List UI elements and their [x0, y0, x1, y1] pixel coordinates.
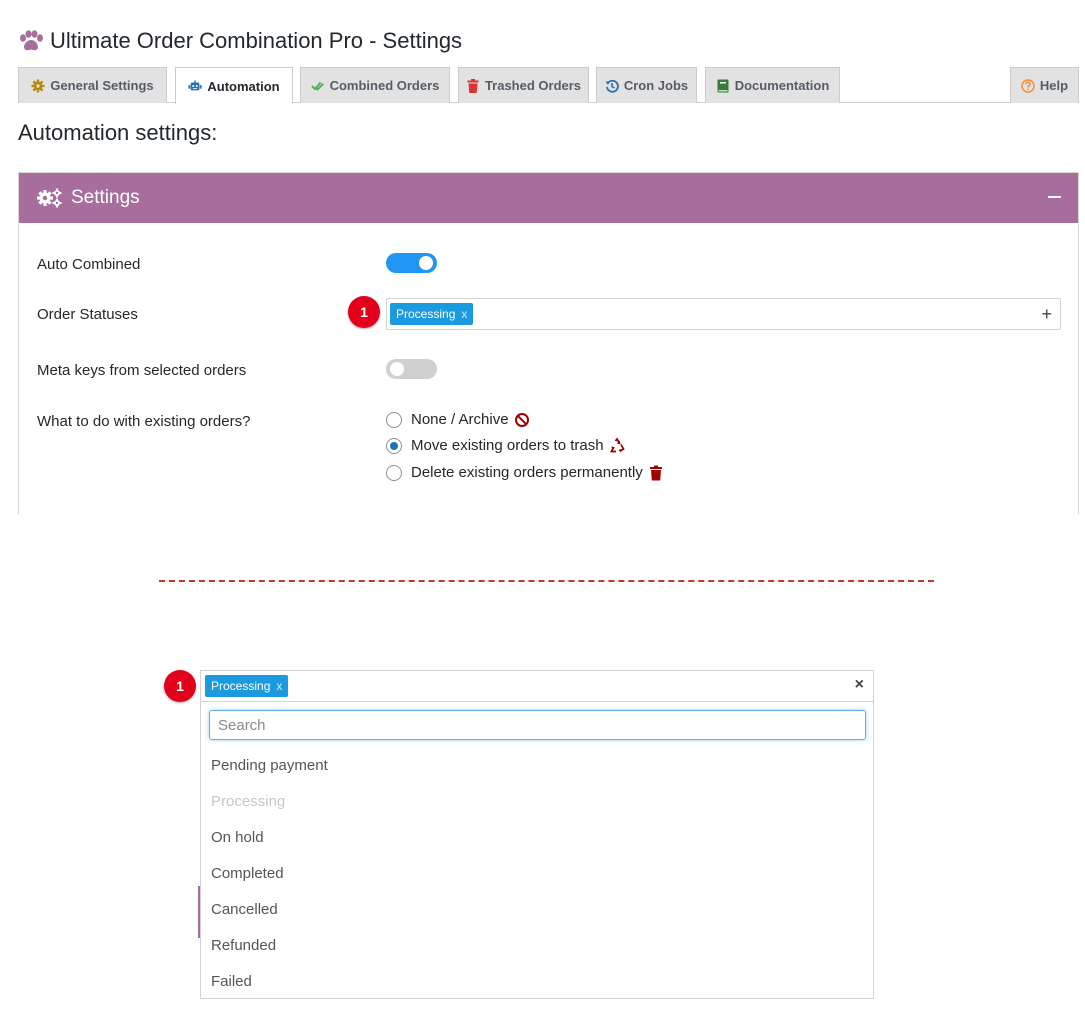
existing-orders-label: What to do with existing orders? [37, 413, 251, 430]
tab-general-settings[interactable]: General Settings [18, 67, 167, 103]
section-divider [159, 580, 934, 582]
double-check-icon [310, 81, 324, 91]
history-icon [605, 79, 619, 93]
ban-icon [514, 412, 529, 427]
collapse-button[interactable] [1048, 187, 1062, 207]
question-icon [1021, 78, 1035, 93]
trash-icon [467, 78, 479, 93]
tab-help[interactable]: Help [1010, 67, 1079, 103]
option-on-hold[interactable]: On hold [211, 829, 264, 846]
minus-icon [1048, 196, 1061, 198]
tab-trashed-orders[interactable]: Trashed Orders [458, 67, 589, 103]
status-dropdown-list: Pending payment Processing On hold Compl… [200, 702, 874, 999]
option-completed[interactable]: Completed [211, 865, 284, 882]
book-icon [717, 79, 729, 92]
clear-icon[interactable]: × [855, 676, 864, 694]
settings-panel: Settings Auto Combined Order Statuses 1 … [18, 172, 1079, 514]
tab-combined-orders[interactable]: Combined Orders [300, 67, 450, 103]
trash-icon [649, 465, 662, 480]
title-text: Ultimate Order Combination Pro - Setting… [50, 28, 463, 53]
gears-icon [37, 188, 62, 208]
auto-combined-toggle[interactable] [386, 253, 437, 273]
order-statuses-label: Order Statuses [37, 306, 138, 323]
panel-header[interactable]: Settings [19, 173, 1078, 223]
paw-icon [20, 30, 43, 51]
processing-chip: Processing x [390, 303, 474, 325]
add-icon[interactable]: + [1041, 304, 1052, 324]
radio-move-to-trash[interactable] [386, 437, 402, 454]
chip-remove-button[interactable]: x [461, 307, 467, 321]
tab-automation[interactable]: Automation [175, 67, 293, 104]
order-statuses-select-open[interactable]: Processing x × [200, 670, 874, 702]
meta-keys-label: Meta keys from selected orders [37, 362, 247, 379]
callout-badge: 1 [164, 670, 196, 702]
section-title: Automation settings: [18, 120, 218, 145]
option-failed[interactable]: Failed [211, 973, 252, 990]
radio-option-move-to-trash[interactable]: Move existing orders to trash [386, 437, 625, 454]
gear-icon [31, 79, 45, 92]
toggle-knob [390, 362, 404, 376]
radio-none-archive[interactable] [386, 411, 402, 428]
toggle-knob [419, 256, 433, 270]
tab-cron-jobs[interactable]: Cron Jobs [596, 67, 697, 103]
processing-chip: Processing x [205, 675, 289, 697]
radio-option-none-archive[interactable]: None / Archive [386, 411, 530, 428]
search-input[interactable] [209, 710, 866, 740]
option-processing: Processing [211, 793, 286, 810]
tab-documentation[interactable]: Documentation [705, 67, 840, 103]
option-cancelled[interactable]: Cancelled [211, 901, 278, 918]
order-statuses-select[interactable]: Processing x + [386, 298, 1061, 330]
radio-option-delete-permanently[interactable]: Delete existing orders permanently [386, 464, 664, 481]
recycle-icon [609, 437, 625, 453]
tab-bar: General Settings Automation Combined Ord… [18, 67, 1079, 104]
option-refunded[interactable]: Refunded [211, 937, 276, 954]
robot-icon [188, 80, 202, 91]
radio-delete-permanently[interactable] [386, 464, 402, 481]
callout-badge: 1 [348, 296, 380, 328]
meta-keys-toggle[interactable] [386, 359, 437, 379]
option-pending-payment[interactable]: Pending payment [211, 757, 328, 774]
page-title: Ultimate Order Combination Pro - Setting… [18, 26, 462, 56]
auto-combined-label: Auto Combined [37, 256, 141, 273]
panel-title: Settings [71, 187, 140, 208]
chip-remove-button[interactable]: x [276, 679, 282, 693]
